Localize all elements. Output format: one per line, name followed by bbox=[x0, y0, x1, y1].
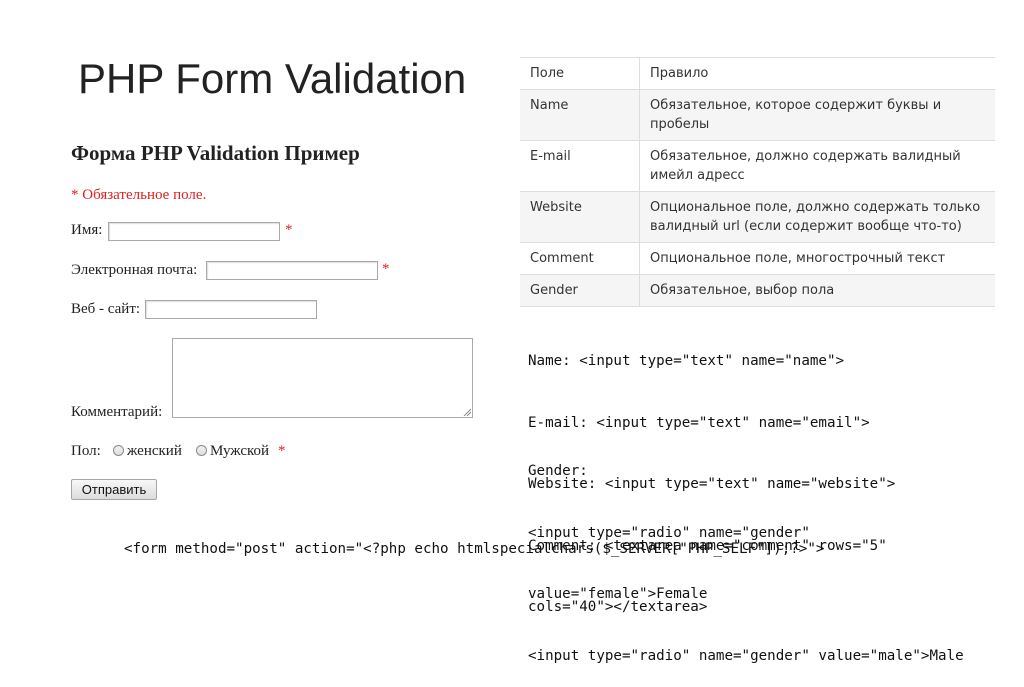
name-required-mark: * bbox=[285, 222, 293, 238]
row-rule: Опциональное поле, должно содержать толь… bbox=[639, 191, 995, 243]
male-label: Мужской bbox=[210, 443, 270, 459]
header-field: Поле bbox=[520, 57, 640, 90]
row-field: Website bbox=[520, 191, 640, 243]
row-field: Gender bbox=[520, 274, 640, 307]
email-label: Электронная почта: bbox=[71, 262, 198, 278]
email-input[interactable] bbox=[206, 261, 378, 280]
female-radio[interactable] bbox=[113, 445, 124, 456]
row-rule: Обязательное, выбор пола bbox=[639, 274, 995, 307]
gender-label: Пол: bbox=[71, 443, 101, 459]
table-row: Gender Обязательное, выбор пола bbox=[520, 274, 995, 307]
row-field: Comment bbox=[520, 242, 640, 275]
website-label: Веб - сайт: bbox=[71, 301, 141, 317]
female-label: женский bbox=[127, 443, 182, 459]
submit-button[interactable]: Отправить bbox=[71, 479, 157, 500]
comment-textarea[interactable] bbox=[172, 338, 473, 418]
table-header-row: Поле Правило bbox=[520, 57, 995, 90]
code-line: Gender: bbox=[528, 463, 588, 479]
required-note: * Обязательное поле. bbox=[71, 187, 207, 203]
email-required-mark: * bbox=[382, 261, 390, 277]
row-rule: Обязательное, должно содержать валидный … bbox=[639, 140, 995, 192]
table-row: Website Опциональное поле, должно содерж… bbox=[520, 191, 995, 243]
table-row: E-mail Обязательное, должно содержать ва… bbox=[520, 140, 995, 192]
name-input[interactable] bbox=[108, 222, 280, 241]
code-form-tag: <form method="post" action="<?php echo h… bbox=[124, 541, 825, 557]
code-line: <input type="radio" name="gender" value=… bbox=[528, 647, 964, 664]
table-row: Comment Опциональное поле, многострочный… bbox=[520, 242, 995, 275]
comment-label: Комментарий: bbox=[71, 404, 163, 420]
male-radio[interactable] bbox=[196, 445, 207, 456]
form-heading: Форма PHP Validation Пример bbox=[71, 141, 360, 165]
rules-table: Поле Правило Name Обязательное, которое … bbox=[520, 57, 995, 307]
website-input[interactable] bbox=[145, 300, 317, 319]
row-field: Name bbox=[520, 89, 640, 141]
name-label: Имя: bbox=[71, 222, 103, 238]
code-line: value="female">Female bbox=[528, 586, 708, 602]
code-line: Name: <input type="text" name="name"> bbox=[528, 353, 845, 369]
slide-title: PHP Form Validation bbox=[78, 55, 467, 102]
row-field: E-mail bbox=[520, 140, 640, 192]
gender-required-mark: * bbox=[278, 443, 286, 459]
table-row: Name Обязательное, которое содержит букв… bbox=[520, 89, 995, 141]
row-rule: Опциональное поле, многострочный текст bbox=[639, 242, 995, 275]
header-rule: Правило bbox=[639, 57, 995, 90]
row-rule: Обязательное, которое содержит буквы и п… bbox=[639, 89, 995, 141]
resize-grip-icon[interactable] bbox=[463, 408, 471, 416]
